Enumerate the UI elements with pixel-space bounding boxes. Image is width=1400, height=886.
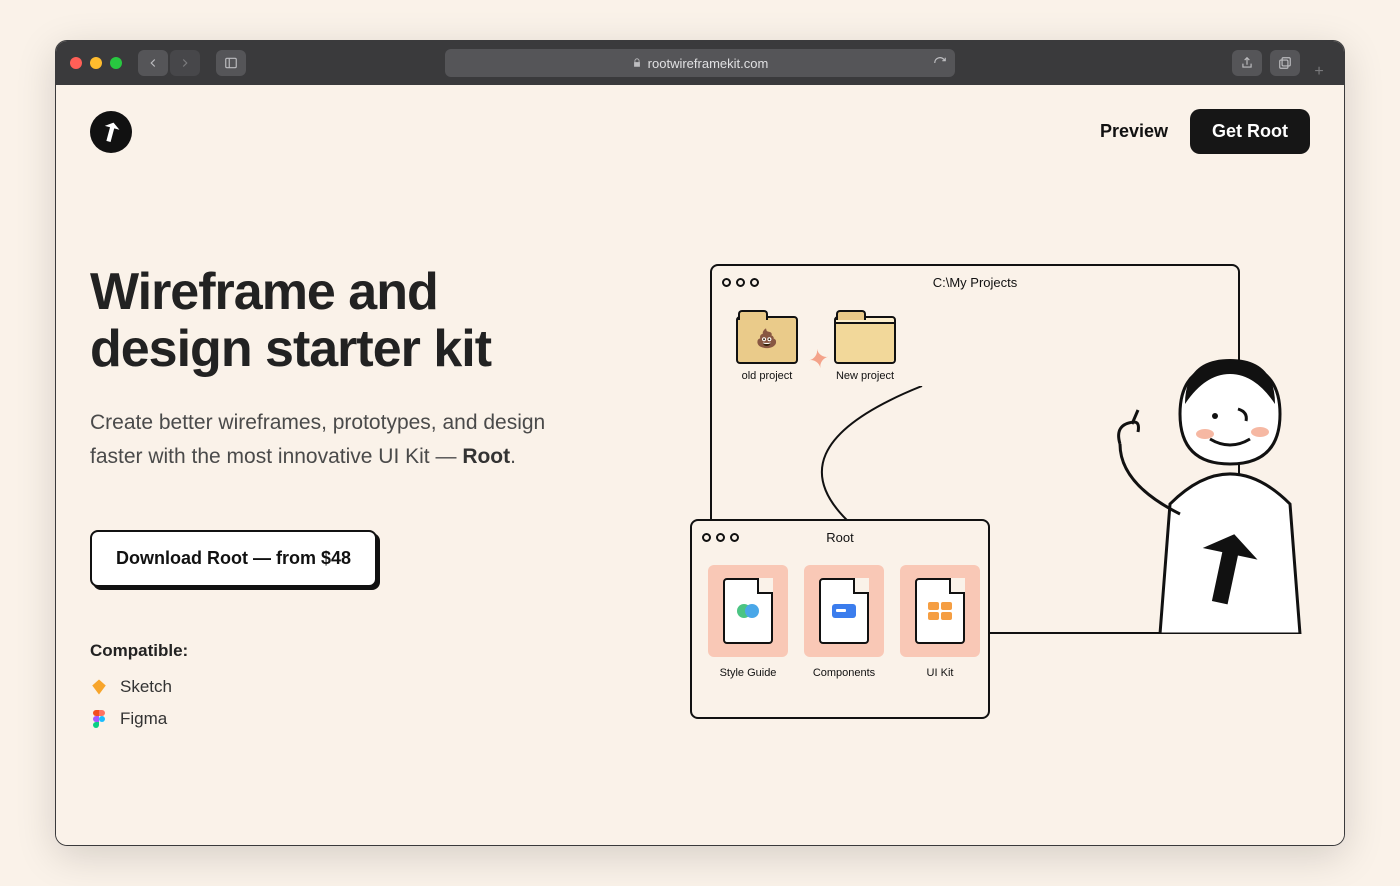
hero-illustration: C:\My Projects 💩 old project New project… — [690, 264, 1310, 764]
reload-icon[interactable] — [933, 56, 947, 70]
sidebar-toggle-icon[interactable] — [216, 50, 246, 76]
share-icon[interactable] — [1232, 50, 1262, 76]
hero-title: Wireframe and design starter kit — [90, 264, 650, 378]
maximize-icon[interactable] — [110, 57, 122, 69]
minimize-icon[interactable] — [90, 57, 102, 69]
hero-subtitle: Create better wireframes, prototypes, an… — [90, 406, 590, 473]
site-header: Preview Get Root — [90, 109, 1310, 154]
compat-sketch: Sketch — [90, 677, 650, 697]
forward-button[interactable] — [170, 50, 200, 76]
folder-old: 💩 old project — [730, 316, 804, 382]
compat-figma: Figma — [90, 709, 650, 729]
illus-window-root: Root Style Guide Components — [690, 519, 990, 719]
hero-title-line2: design starter kit — [90, 320, 491, 378]
preview-link[interactable]: Preview — [1100, 121, 1168, 142]
file-ui-kit: UI Kit — [900, 565, 980, 681]
illus-window1-title: C:\My Projects — [933, 275, 1018, 290]
download-button[interactable]: Download Root — from $48 — [90, 530, 377, 587]
get-root-button[interactable]: Get Root — [1190, 109, 1310, 154]
file-style-guide: Style Guide — [708, 565, 788, 681]
address-bar[interactable]: rootwireframekit.com — [445, 49, 955, 77]
character-illustration — [1110, 324, 1345, 634]
lock-icon — [632, 58, 642, 68]
folder-new: New project — [828, 316, 902, 382]
compatible-section: Compatible: Sketch — [90, 641, 650, 729]
traffic-lights — [70, 57, 122, 69]
poop-icon: 💩 — [756, 328, 778, 349]
new-tab-icon[interactable]: + — [1308, 41, 1330, 85]
page-content: Preview Get Root Wireframe and design st… — [56, 85, 1344, 845]
safari-window: rootwireframekit.com + Preview Get Root — [55, 40, 1345, 846]
browser-chrome: rootwireframekit.com + — [56, 41, 1344, 85]
back-button[interactable] — [138, 50, 168, 76]
compatible-heading: Compatible: — [90, 641, 650, 661]
file-components: Components — [804, 565, 884, 681]
tabs-icon[interactable] — [1270, 50, 1300, 76]
figma-icon — [90, 710, 108, 728]
sketch-icon — [90, 678, 108, 696]
hero-title-line1: Wireframe and — [90, 263, 438, 321]
url-text: rootwireframekit.com — [648, 56, 769, 71]
illus-window2-title: Root — [826, 530, 853, 545]
close-icon[interactable] — [70, 57, 82, 69]
brand-logo[interactable] — [90, 111, 132, 153]
